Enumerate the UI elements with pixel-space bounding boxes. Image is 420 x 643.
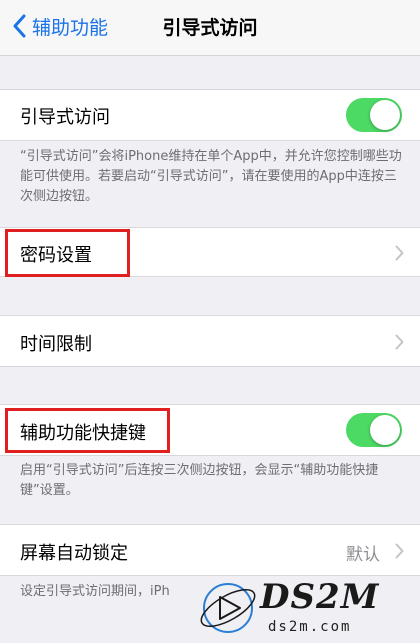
page-title: 引导式访问	[162, 17, 258, 39]
watermark-domain: ds2m.com	[268, 619, 352, 635]
chevron-right-icon	[395, 334, 404, 350]
watermark-brand: DS2M	[260, 577, 380, 617]
auto-lock-cell[interactable]: 屏幕自动锁定 默认	[0, 524, 420, 576]
time-limits-label: 时间限制	[20, 334, 92, 355]
guided-access-label: 引导式访问	[20, 107, 110, 128]
toggle-knob	[370, 415, 400, 445]
accessibility-shortcut-footnote: 启用“引导式访问”后连按三次侧边按钮，会显示“辅助功能快捷键”设置。	[20, 463, 379, 498]
chevron-right-icon	[395, 245, 404, 261]
time-limits-cell[interactable]: 时间限制	[0, 315, 420, 367]
guided-access-toggle[interactable]	[346, 98, 402, 132]
navigation-bar: 辅助功能 引导式访问	[0, 0, 420, 56]
watermark-logo-icon	[200, 583, 256, 633]
passcode-settings-label: 密码设置	[20, 245, 92, 266]
auto-lock-value: 默认	[346, 545, 380, 565]
guided-access-cell: 引导式访问	[0, 89, 420, 141]
accessibility-shortcut-cell: 辅助功能快捷键	[0, 404, 420, 456]
accessibility-shortcut-label: 辅助功能快捷键	[20, 423, 146, 444]
passcode-settings-cell[interactable]: 密码设置	[0, 227, 420, 277]
auto-lock-label: 屏幕自动锁定	[20, 543, 128, 564]
chevron-right-icon	[395, 543, 404, 559]
watermark: DS2M ds2m.com	[196, 573, 420, 643]
guided-access-footnote: “引导式访问”会将iPhone维持在单个App中，并允许您控制哪些功能可供使用。…	[20, 149, 402, 204]
accessibility-shortcut-toggle[interactable]	[346, 413, 402, 447]
toggle-knob	[370, 100, 400, 130]
